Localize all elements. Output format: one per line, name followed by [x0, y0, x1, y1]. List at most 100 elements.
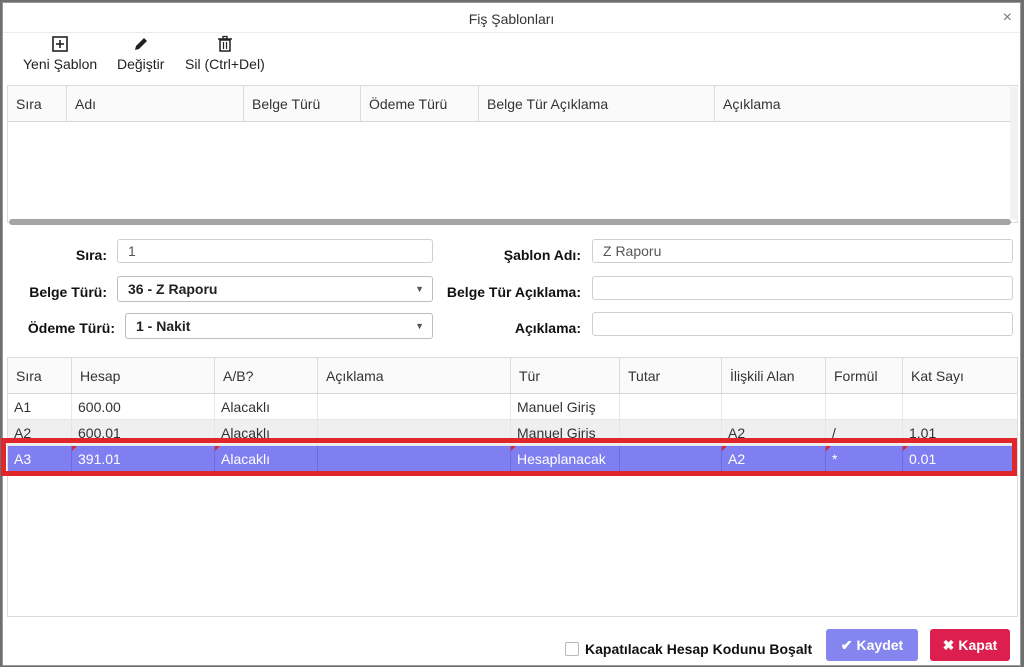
modified-marker: [72, 446, 77, 451]
cell-kat-sayi[interactable]: 0.01: [903, 446, 1017, 471]
col-odeme-turu[interactable]: Ödeme Türü: [361, 86, 479, 121]
new-template-button[interactable]: Yeni Şablon: [23, 35, 97, 72]
cell-aciklama[interactable]: [318, 420, 511, 445]
cell-formul[interactable]: *: [826, 446, 903, 471]
cell-hesap[interactable]: 600.00: [72, 394, 215, 419]
modified-marker: [722, 446, 727, 451]
cell-ab[interactable]: Alacaklı: [215, 446, 318, 471]
checkbox-box[interactable]: [565, 642, 579, 656]
table-row-selected[interactable]: A3 391.01 Alacaklı Hesaplanacak A2 * 0.0…: [8, 446, 1017, 472]
col-tur[interactable]: Tür: [511, 358, 620, 393]
save-button[interactable]: ✔ Kaydet: [826, 629, 918, 661]
belge-turu-value: 36 - Z Raporu: [128, 281, 218, 297]
col-sira[interactable]: Sıra: [8, 358, 72, 393]
col-formul[interactable]: Formül: [826, 358, 903, 393]
cell-sira[interactable]: A2: [8, 420, 72, 445]
toolbar: Yeni Şablon Değiştir Sil (Ctrl+Del): [3, 33, 1020, 85]
dialog-titlebar: Fiş Şablonları ×: [3, 3, 1020, 33]
cell-tur[interactable]: Manuel Giriş: [511, 420, 620, 445]
lines-grid-header: Sıra Hesap A/B? Açıklama Tür Tutar İlişk…: [8, 358, 1017, 394]
plus-square-icon: [52, 36, 68, 52]
modified-marker: [903, 446, 908, 451]
odeme-turu-value: 1 - Nakit: [136, 318, 191, 334]
col-belge-tur-aciklama[interactable]: Belge Tür Açıklama: [479, 86, 715, 121]
aciklama-input[interactable]: [592, 312, 1013, 336]
cell-ab[interactable]: Alacaklı: [215, 420, 318, 445]
belge-turu-label: Belge Türü:: [29, 284, 107, 300]
cell-kat-sayi[interactable]: [903, 394, 1017, 419]
cell-iliskili-alan[interactable]: A2: [722, 446, 826, 471]
sablon-adi-input[interactable]: Z Raporu: [592, 239, 1013, 263]
cell-hesap-text: 391.01: [78, 451, 121, 467]
col-kat-sayi[interactable]: Kat Sayı: [903, 358, 1017, 393]
cell-sira[interactable]: A1: [8, 394, 72, 419]
col-iliskili-alan[interactable]: İlişkili Alan: [722, 358, 826, 393]
lines-grid: Sıra Hesap A/B? Açıklama Tür Tutar İlişk…: [7, 357, 1018, 617]
fis-sablonlari-dialog: Fiş Şablonları × Yeni Şablon Değiştir Si…: [2, 2, 1021, 666]
cell-hesap[interactable]: 391.01: [72, 446, 215, 471]
sira-input[interactable]: 1: [117, 239, 433, 263]
templates-grid: Sıra Adı Belge Türü Ödeme Türü Belge Tür…: [7, 85, 1018, 223]
cell-tur-text: Hesaplanacak: [517, 451, 606, 467]
cell-ab[interactable]: Alacaklı: [215, 394, 318, 419]
edit-label: Değiştir: [117, 56, 165, 72]
table-row[interactable]: A2 600.01 Alacaklı Manuel Giriş A2 / 1.0…: [8, 420, 1017, 446]
delete-button[interactable]: Sil (Ctrl+Del): [185, 35, 265, 72]
col-aciklama[interactable]: Açıklama: [715, 86, 1007, 121]
cell-sira[interactable]: A3: [8, 446, 72, 471]
templates-grid-header: Sıra Adı Belge Türü Ödeme Türü Belge Tür…: [8, 86, 1017, 122]
check-icon: ✔: [840, 636, 853, 653]
cell-tutar[interactable]: [620, 394, 722, 419]
sablon-adi-label: Şablon Adı:: [503, 247, 581, 263]
belge-tur-aciklama-input[interactable]: [592, 276, 1013, 300]
col-hesap[interactable]: Hesap: [72, 358, 215, 393]
col-aciklama[interactable]: Açıklama: [318, 358, 511, 393]
col-ab[interactable]: A/B?: [215, 358, 318, 393]
belge-tur-aciklama-label: Belge Tür Açıklama:: [446, 284, 581, 300]
cell-iliskili-alan[interactable]: A2: [722, 420, 826, 445]
close-label: Kapat: [958, 637, 998, 653]
table-row[interactable]: A1 600.00 Alacaklı Manuel Giriş: [8, 394, 1017, 420]
odeme-turu-label: Ödeme Türü:: [27, 320, 115, 336]
templates-horizontal-scrollbar[interactable]: [9, 219, 1011, 225]
cell-tutar[interactable]: [620, 420, 722, 445]
x-icon: ✖: [942, 636, 955, 653]
save-label: Kaydet: [856, 637, 904, 653]
cell-aciklama[interactable]: [318, 394, 511, 419]
dropdown-arrow-icon: ▼: [415, 284, 424, 294]
col-tutar[interactable]: Tutar: [620, 358, 722, 393]
modified-marker: [826, 446, 831, 451]
close-button[interactable]: ✖ Kapat: [930, 629, 1010, 661]
cell-formul[interactable]: /: [826, 420, 903, 445]
odeme-turu-select[interactable]: 1 - Nakit ▼: [125, 313, 433, 339]
cell-iliskili-alan[interactable]: [722, 394, 826, 419]
close-icon[interactable]: ×: [1003, 9, 1012, 27]
delete-label: Sil (Ctrl+Del): [185, 56, 265, 72]
cell-kat-sayi-text: 0.01: [909, 451, 937, 467]
col-sira[interactable]: Sıra: [8, 86, 67, 121]
cell-hesap[interactable]: 600.01: [72, 420, 215, 445]
cell-aciklama[interactable]: [318, 446, 511, 471]
cell-formul[interactable]: [826, 394, 903, 419]
cell-tur[interactable]: Hesaplanacak: [511, 446, 620, 471]
cell-ab-text: Alacaklı: [221, 451, 271, 467]
cell-iliskili-alan-text: A2: [728, 451, 746, 467]
cell-formul-text: *: [832, 451, 838, 467]
belge-turu-select[interactable]: 36 - Z Raporu ▼: [117, 276, 433, 302]
cell-kat-sayi[interactable]: 1.01: [903, 420, 1017, 445]
edit-button[interactable]: Değiştir: [117, 35, 164, 72]
aciklama-label: Açıklama:: [514, 320, 581, 336]
cell-tur[interactable]: Manuel Giriş: [511, 394, 620, 419]
col-belge-turu[interactable]: Belge Türü: [244, 86, 361, 121]
modified-marker: [511, 446, 516, 451]
new-template-label: Yeni Şablon: [23, 56, 98, 72]
dropdown-arrow-icon: ▼: [415, 321, 424, 331]
cell-tutar[interactable]: [620, 446, 722, 471]
pencil-icon: [134, 38, 147, 50]
col-adi[interactable]: Adı: [67, 86, 244, 121]
checkbox-label: Kapatılacak Hesap Kodunu Boşalt: [585, 641, 813, 657]
templates-vertical-scrollbar[interactable]: [1010, 87, 1018, 219]
dialog-title: Fiş Şablonları: [468, 11, 555, 27]
clear-account-code-checkbox[interactable]: Kapatılacak Hesap Kodunu Boşalt: [565, 641, 812, 657]
trash-icon: [217, 35, 232, 52]
